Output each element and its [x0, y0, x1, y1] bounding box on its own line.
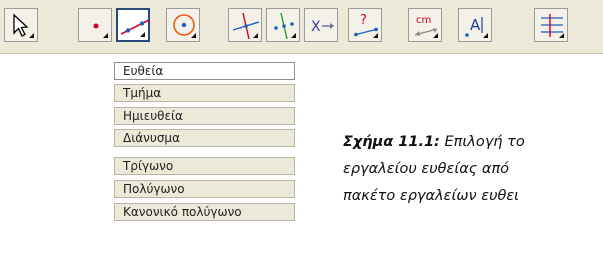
- point-tool-button[interactable]: [78, 8, 112, 42]
- insert-text-tool-button[interactable]: A: [458, 8, 492, 42]
- line-tool-button[interactable]: [116, 8, 150, 42]
- line-through-two-points-icon: [120, 19, 150, 35]
- distance-tool-button[interactable]: cm: [408, 8, 442, 42]
- line-tools-dropdown-menu: Ευθεία Τμήμα Ημιευθεία Διάνυσμα Τρίγωνο …: [114, 62, 299, 272]
- figure-caption-line-3: πακέτο εργαλείων ευθει: [343, 188, 519, 204]
- perpendicular-tool-button[interactable]: [228, 8, 262, 42]
- caption-text-3: πακέτο εργαλείων ευθει: [343, 188, 520, 204]
- figure-label: Σχήμα 11.1:: [343, 134, 440, 150]
- circle-tool-button[interactable]: [166, 8, 200, 42]
- intersect-tool-button[interactable]: X: [304, 8, 338, 42]
- figure-caption-line-2: εργαλείου ευθείας από: [343, 161, 509, 177]
- menu-item-ray[interactable]: Ημιευθεία: [114, 107, 295, 125]
- caption-text-2: εργαλείου ευθείας από: [343, 161, 510, 177]
- menu-item-segment[interactable]: Τμήμα: [114, 84, 295, 102]
- geometry-toolbar: X ? cm A: [0, 0, 603, 54]
- menu-item-vector[interactable]: Διάνυσμα: [114, 129, 295, 147]
- move-tool-button[interactable]: [4, 8, 38, 42]
- menu-item-polygon[interactable]: Πολύγωνο: [114, 180, 295, 198]
- question-mark: ?: [360, 13, 367, 28]
- menu-item-regular-polygon[interactable]: Κανονικό πολύγωνο: [114, 203, 295, 221]
- menu-item-line[interactable]: Ευθεία: [114, 62, 295, 80]
- relation-tool-button[interactable]: ?: [348, 8, 382, 42]
- intersect-letter: X: [311, 19, 321, 35]
- menu-item-triangle[interactable]: Τρίγωνο: [114, 157, 295, 175]
- slider-tool-button[interactable]: [534, 8, 568, 42]
- midpoint-tool-button[interactable]: [266, 8, 300, 42]
- text-letter: A: [470, 16, 481, 34]
- intersect-icon: X: [311, 19, 334, 35]
- caption-text-1: Επιλογή το: [444, 134, 525, 150]
- figure-caption-line-1: Σχήμα 11.1: Επιλογή το: [343, 134, 525, 150]
- cm-unit: cm: [416, 15, 431, 26]
